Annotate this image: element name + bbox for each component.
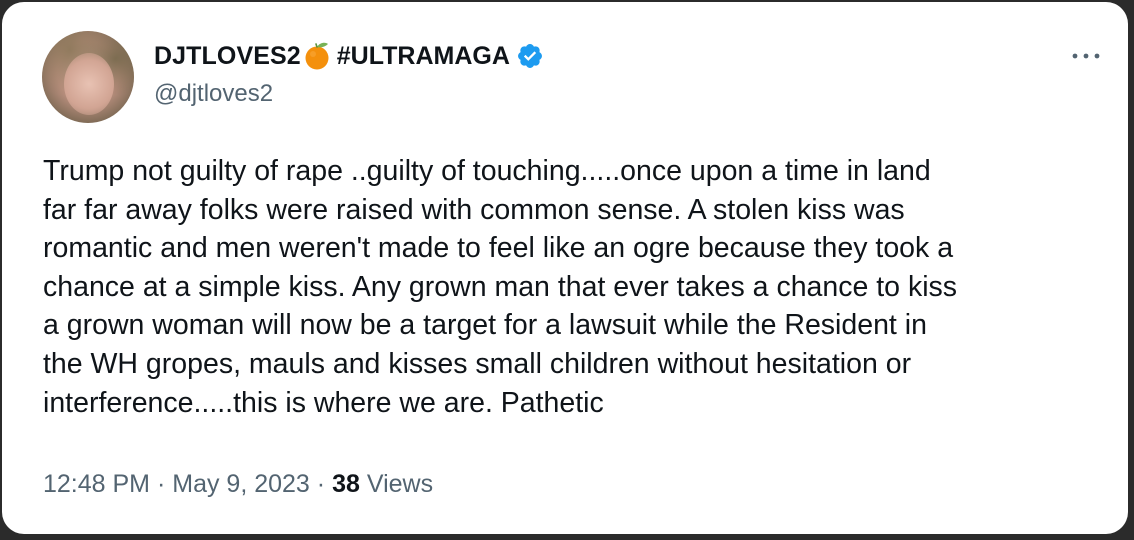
tweet-date[interactable]: May 9, 2023 [172, 470, 310, 498]
avatar[interactable] [42, 31, 134, 123]
tweet-text: Trump not guilty of rape ..guilty of tou… [43, 155, 958, 419]
verified-badge-icon[interactable] [516, 42, 544, 70]
avatar-face [64, 53, 114, 115]
more-dots-icon [1072, 53, 1100, 59]
author-name-row[interactable]: DJTLOVES2 #ULTRAMAGA [154, 38, 544, 74]
tweet-card: DJTLOVES2 #ULTRAMAGA @djtloves2 Trump no… [2, 2, 1128, 534]
screenshot-frame: DJTLOVES2 #ULTRAMAGA @djtloves2 Trump no… [0, 0, 1134, 540]
author-handle[interactable]: @djtloves2 [154, 80, 273, 108]
more-options-button[interactable] [1068, 40, 1104, 72]
meta-separator: · [316, 470, 326, 498]
display-name[interactable]: DJTLOVES2 [154, 42, 301, 71]
hashtag-link[interactable]: #ULTRAMAGA [337, 42, 510, 71]
tweet-time[interactable]: 12:48 PM [43, 470, 150, 498]
meta-separator: · [156, 470, 166, 498]
tweet-metadata: 12:48 PM · May 9, 2023 · 38 Views [43, 470, 433, 499]
views-label: Views [366, 470, 434, 498]
orange-icon [303, 41, 331, 71]
views-count: 38 [332, 470, 360, 498]
